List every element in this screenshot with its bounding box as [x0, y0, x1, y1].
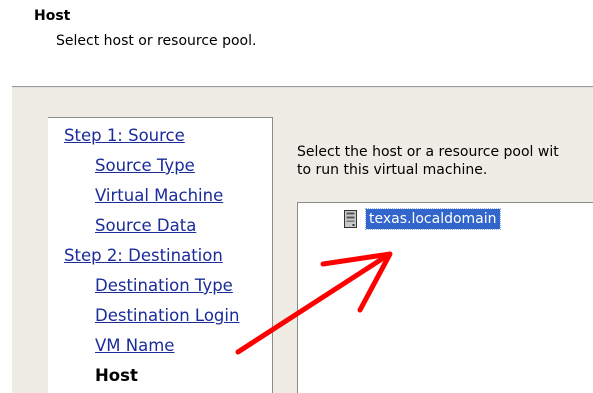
nav-virtual-machine[interactable]: Virtual Machine	[95, 186, 223, 206]
nav-step-source[interactable]: Step 1: Source	[64, 126, 185, 146]
nav-vm-name[interactable]: VM Name	[95, 336, 174, 356]
nav-destination-login[interactable]: Destination Login	[95, 306, 239, 326]
nav-host-current: Host	[95, 366, 138, 385]
host-instruction-text: Select the host or a resource pool wit t…	[297, 143, 593, 179]
tree-item-host[interactable]: texas.localdomain	[344, 208, 501, 230]
page-title: Host	[34, 8, 71, 24]
wizard-page: Host Select host or resource pool. Step …	[0, 0, 593, 393]
instruction-line-2: to run this virtual machine.	[297, 162, 488, 178]
nav-source-data[interactable]: Source Data	[95, 216, 196, 236]
nav-destination-type[interactable]: Destination Type	[95, 276, 233, 296]
page-subtitle: Select host or resource pool.	[56, 33, 257, 49]
host-tree[interactable]	[297, 202, 593, 393]
instruction-line-1: Select the host or a resource pool wit	[297, 144, 559, 160]
server-icon	[344, 210, 357, 228]
host-label[interactable]: texas.localdomain	[365, 208, 501, 230]
nav-source-type[interactable]: Source Type	[95, 156, 195, 176]
nav-step-destination[interactable]: Step 2: Destination	[64, 246, 223, 266]
